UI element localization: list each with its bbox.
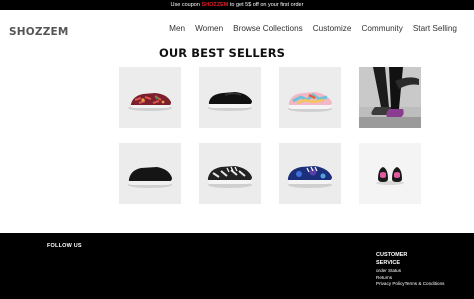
nav-browse-collections[interactable]: Browse Collections xyxy=(233,24,303,33)
person-sneakers-photo-image xyxy=(359,67,421,128)
main-nav: Men Women Browse Collections Customize C… xyxy=(169,24,457,33)
promo-text-after: to get 5$ off on your first order xyxy=(228,2,304,8)
blue-galaxy-shoe-image xyxy=(287,166,332,188)
customer-service-heading: CUSTOMER SERVICE xyxy=(376,252,408,266)
nav-customize[interactable]: Customize xyxy=(313,24,352,33)
nav-men[interactable]: Men xyxy=(169,24,185,33)
promo-bar: Use coupon SHOZZEM to get 5$ off on your… xyxy=(0,0,474,10)
black-low-top-shoe-image xyxy=(128,167,172,188)
legal-links: Privacy Policy Terms & Conditions xyxy=(376,281,456,288)
product-card-black-white-pattern[interactable] xyxy=(199,143,261,204)
promo-text-before: Use coupon xyxy=(170,2,202,8)
nav-start-selling[interactable]: Start Selling xyxy=(413,24,457,33)
customer-service-section: CUSTOMER SERVICE order Status Returns Pr… xyxy=(376,251,456,288)
nav-community[interactable]: Community xyxy=(361,24,402,33)
site-header: SHOZZEM Men Women Browse Collections Cus… xyxy=(0,10,474,48)
site-footer: FOLLOW US CUSTOMER SERVICE order Status … xyxy=(0,233,474,299)
nav-women[interactable]: Women xyxy=(195,24,223,33)
product-card-blue-galaxy[interactable] xyxy=(279,143,341,204)
product-card-pink-pair[interactable] xyxy=(359,143,421,204)
product-card-red-floral[interactable] xyxy=(119,67,181,128)
black-white-pattern-shoe-image xyxy=(207,166,252,188)
terms-conditions-link[interactable]: Terms & Conditions xyxy=(405,281,445,288)
product-card-black-low-top[interactable] xyxy=(119,143,181,204)
product-card-pastel-print[interactable] xyxy=(279,67,341,128)
pastel-print-shoe-image xyxy=(288,92,332,112)
privacy-policy-link[interactable]: Privacy Policy xyxy=(376,281,405,288)
pink-black-shoes-pair-image xyxy=(359,143,421,204)
red-floral-shoe-image xyxy=(128,93,172,111)
customer-service-links: order Status Returns Privacy Policy Terms… xyxy=(376,268,456,288)
follow-us-heading: FOLLOW US xyxy=(47,243,82,249)
product-card-lifestyle-photo[interactable] xyxy=(359,67,421,128)
black-slip-on-shoe-image xyxy=(208,92,252,111)
promo-code: SHOZZEM xyxy=(201,2,229,8)
brand-logo[interactable]: SHOZZEM xyxy=(9,26,69,38)
product-card-black-slip-on[interactable] xyxy=(199,67,261,128)
page-title: OUR BEST SELLERS xyxy=(158,46,286,60)
